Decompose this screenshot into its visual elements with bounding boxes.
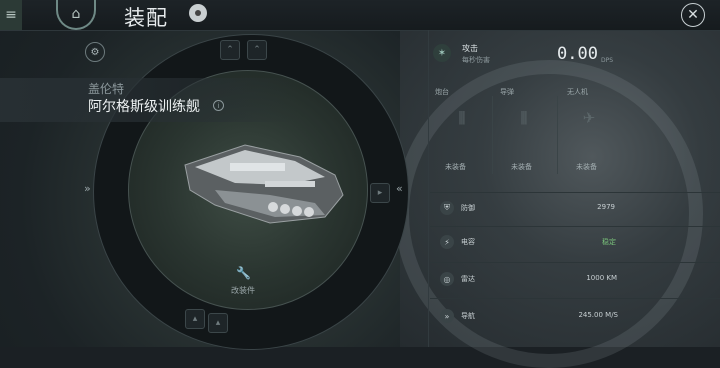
menu-button[interactable]: ≡ <box>0 0 22 30</box>
column-divider <box>492 96 493 174</box>
rig-label[interactable]: 改装件 <box>231 285 255 296</box>
ship-faction: 盖伦特 <box>88 82 125 96</box>
low-slot-1[interactable]: ▴ <box>185 309 205 329</box>
ship-name: 阿尔格斯级训练舰 <box>88 99 200 115</box>
close-button[interactable]: ✕ <box>681 3 705 27</box>
missile-status: 未装备 <box>511 163 532 171</box>
defense-value: 2979 <box>597 203 615 211</box>
corp-emblem-icon[interactable]: ⌂ <box>56 0 96 30</box>
radar-value: 1000 KM <box>586 274 617 282</box>
attack-icon: ✶ <box>433 44 451 62</box>
high-slot-2[interactable]: ⌃ <box>247 40 267 60</box>
collapse-right-icon[interactable]: « <box>396 182 403 195</box>
defense-label: 防御 <box>461 204 475 212</box>
capacitor-value: 稳定 <box>602 238 616 246</box>
rig-wrench-icon[interactable]: 🔧 <box>236 266 252 282</box>
capacitor-label: 电容 <box>461 238 475 246</box>
dps-value: 0.00 <box>557 44 598 64</box>
attack-label: 攻击 <box>462 44 478 53</box>
attack-sub-label: 每秒伤害 <box>462 56 490 64</box>
high-slot-1[interactable]: ⌃ <box>220 40 240 60</box>
close-icon: ✕ <box>687 7 699 23</box>
top-bar: ≡ ⌂ 装配 ✕ <box>0 0 720 31</box>
drone-icon: ✈ <box>582 109 596 127</box>
panel-divider <box>428 30 429 347</box>
navigation-value: 245.00 M/S <box>578 311 618 319</box>
navigation-icon: » <box>440 309 454 323</box>
low-slot-2[interactable]: ▴ <box>208 313 228 333</box>
expand-left-icon[interactable]: » <box>84 182 91 195</box>
navigation-label: 导航 <box>461 312 475 320</box>
drone-status: 未装备 <box>576 163 597 171</box>
dps-unit: DPS <box>601 57 614 64</box>
hamburger-menu-icon: ≡ <box>5 7 17 23</box>
missile-icon: ⫼ <box>520 109 528 127</box>
radar-label: 雷达 <box>461 275 475 283</box>
missile-label: 导弹 <box>500 88 514 96</box>
fitting-settings-icon[interactable]: ⚙ <box>85 42 105 62</box>
target-icon[interactable] <box>189 4 207 22</box>
column-divider <box>557 96 558 174</box>
mid-slot-1[interactable]: ▸ <box>370 183 390 203</box>
shield-icon: ⛨ <box>440 201 454 215</box>
info-icon[interactable]: i <box>213 100 224 111</box>
turret-label: 炮台 <box>435 88 449 96</box>
capacitor-icon: ⚡ <box>440 235 454 249</box>
drone-label: 无人机 <box>567 88 588 96</box>
page-title: 装配 <box>124 6 168 30</box>
ship-model <box>184 144 344 224</box>
radar-icon: ◎ <box>440 272 454 286</box>
turret-status: 未装备 <box>445 163 466 171</box>
turret-icon: ⫼ <box>458 109 466 127</box>
